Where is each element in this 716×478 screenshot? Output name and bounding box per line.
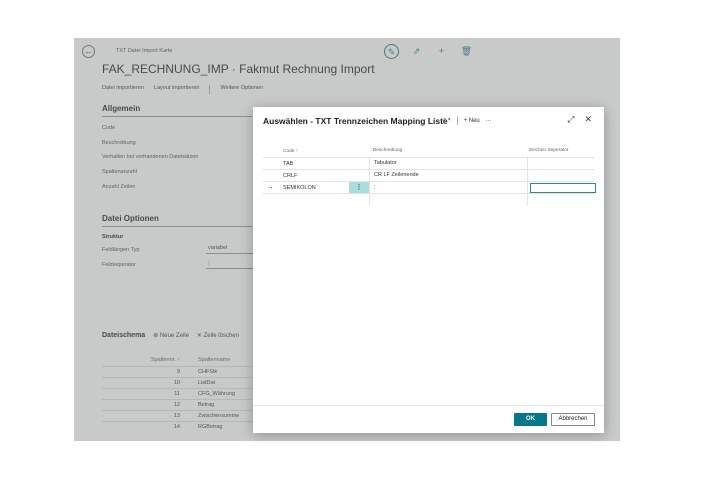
dialog-footer: OK Abbrechen xyxy=(253,405,604,433)
dialog-title: Auswählen - TXT Trennzeichen Mapping Lis… xyxy=(263,116,448,126)
table-header: Code ↑ Beschreibung Zeichen Seperator xyxy=(263,145,594,157)
new-label: Neu xyxy=(468,117,480,124)
new-button[interactable]: + Neu xyxy=(464,118,480,124)
cell-code[interactable]: SEMIKOLON xyxy=(277,185,349,191)
cell-separator[interactable] xyxy=(527,158,594,169)
separator-input[interactable] xyxy=(530,183,596,193)
divider xyxy=(456,116,458,125)
window-controls: ⤢ ✕ xyxy=(567,114,592,125)
row-actions-icon[interactable]: ⋮ xyxy=(349,182,369,193)
expand-icon[interactable]: ⤢ xyxy=(567,114,574,125)
row-menu-slot xyxy=(349,194,369,205)
cell-description[interactable]: ; xyxy=(369,182,527,193)
cell-description[interactable]: CR LF Zeilenende xyxy=(369,170,527,181)
cell-code[interactable]: TAB xyxy=(277,161,349,167)
current-row-arrow-icon: → xyxy=(266,184,274,191)
table-row-selected[interactable]: → SEMIKOLON ⋮ ; xyxy=(263,181,596,193)
dialog-toolbar: ⌕ ▾ + Neu ··· xyxy=(443,116,492,125)
column-header-separator[interactable]: Zeichen Seperator xyxy=(527,145,594,157)
table-row-empty[interactable] xyxy=(263,193,594,205)
more-actions-button[interactable]: ··· xyxy=(486,118,492,124)
close-icon[interactable]: ✕ xyxy=(584,114,592,125)
row-menu-slot xyxy=(349,158,369,169)
column-header-description[interactable]: Beschreibung xyxy=(369,145,527,157)
cancel-button[interactable]: Abbrechen xyxy=(551,413,595,426)
cell-separator[interactable] xyxy=(527,194,594,205)
ok-button[interactable]: OK xyxy=(514,413,547,426)
cell-description[interactable] xyxy=(369,194,527,205)
table-row[interactable]: TAB Tabulator xyxy=(263,157,594,169)
cell-description[interactable]: Tabulator xyxy=(369,158,527,169)
cell-separator[interactable] xyxy=(527,170,594,181)
lookup-dialog: Auswählen - TXT Trennzeichen Mapping Lis… xyxy=(253,107,604,433)
table-row[interactable]: CRLF CR LF Zeilenende xyxy=(263,169,594,181)
row-menu-slot xyxy=(349,170,369,181)
search-icon[interactable]: ⌕ ▾ xyxy=(443,117,451,124)
cell-separator xyxy=(527,182,596,193)
cell-code[interactable]: CRLF xyxy=(277,173,349,179)
column-header-code[interactable]: Code ↑ xyxy=(277,149,349,154)
mapping-list: Code ↑ Beschreibung Zeichen Seperator TA… xyxy=(263,145,596,205)
